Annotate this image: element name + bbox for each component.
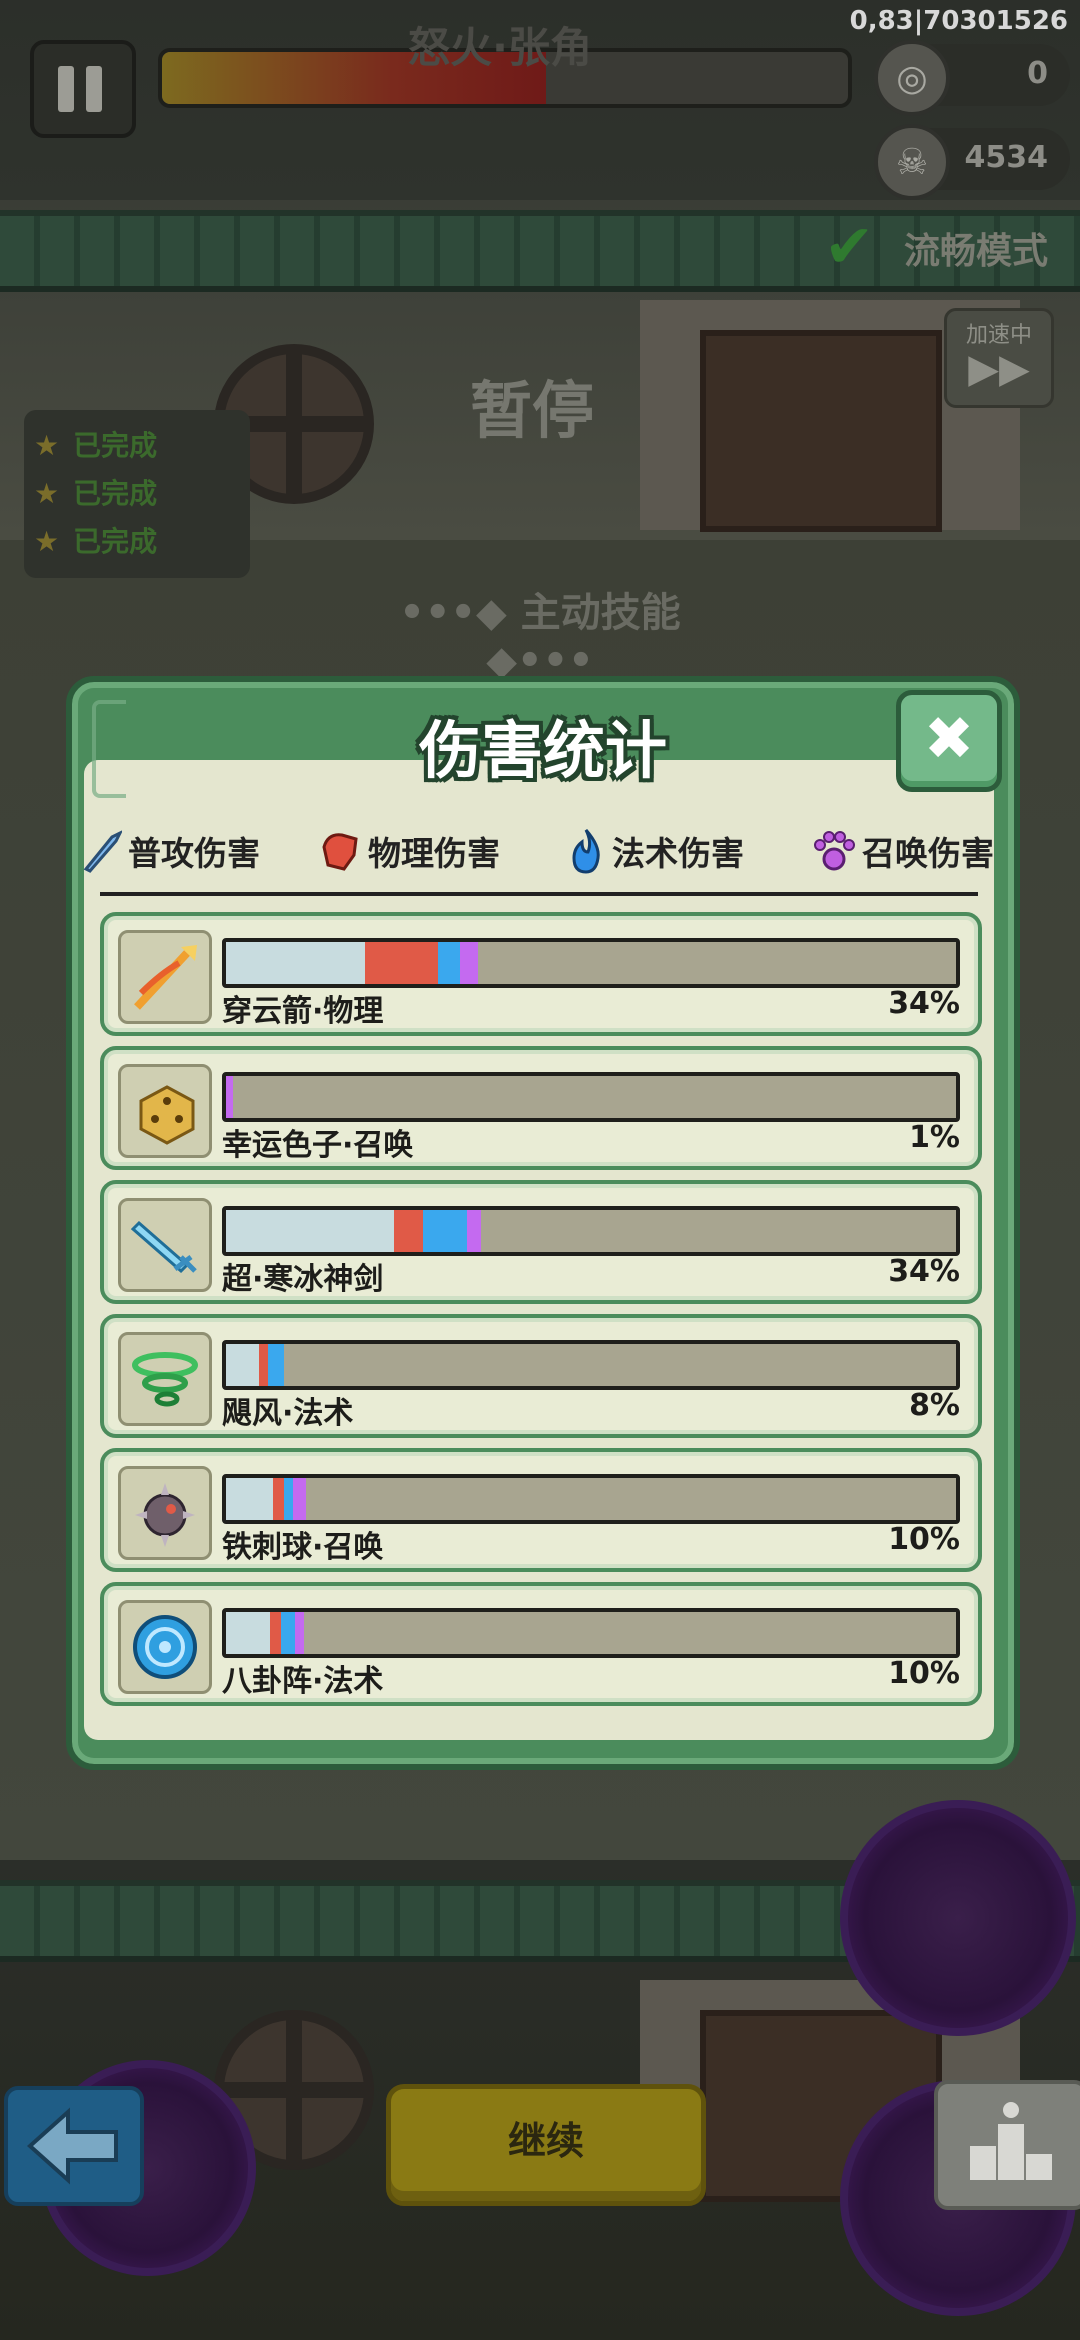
fast-forward-icon: ▶▶ bbox=[968, 346, 1030, 392]
quest-item: ★ 已完成 bbox=[34, 525, 158, 558]
building-door bbox=[700, 330, 942, 532]
damage-percent: 10% bbox=[888, 1656, 960, 1691]
spike-ball-icon bbox=[118, 1466, 212, 1560]
damage-percent: 34% bbox=[888, 986, 960, 1021]
skill-name: 铁刺球·召唤 bbox=[222, 1530, 384, 1565]
damage-bar-segment bbox=[226, 1210, 394, 1252]
legend-magic: 法术伤害 bbox=[566, 826, 744, 876]
damage-percent: 10% bbox=[888, 1522, 960, 1557]
damage-bar bbox=[222, 1072, 960, 1122]
smooth-mode-toggle[interactable]: 流畅模式 bbox=[904, 222, 1048, 274]
damage-bar-segment bbox=[437, 942, 460, 984]
modal-title: 伤害统计 bbox=[418, 714, 667, 787]
arrow-burst-icon bbox=[118, 930, 212, 1024]
boss-name: 怒火·张角 bbox=[408, 23, 592, 72]
damage-bar bbox=[222, 1206, 960, 1256]
speed-label: 加速中 bbox=[965, 323, 1032, 348]
damage-row: 铁刺球·召唤 10% bbox=[100, 1448, 982, 1572]
damage-percent: 8% bbox=[909, 1388, 960, 1423]
damage-bar-segment bbox=[293, 1478, 307, 1520]
pause-icon bbox=[58, 66, 74, 112]
damage-bar-segment bbox=[295, 1612, 305, 1654]
damage-bar-segment bbox=[459, 942, 478, 984]
coin-icon: ◎ bbox=[874, 40, 950, 116]
arrow-left-icon bbox=[27, 2107, 118, 2185]
damage-bar-segment bbox=[466, 1210, 482, 1252]
fist-icon bbox=[322, 833, 358, 871]
damage-percent: 34% bbox=[888, 1254, 960, 1289]
star-icon: ★ bbox=[34, 477, 60, 510]
damage-bar-segment bbox=[226, 1478, 274, 1520]
damage-bar bbox=[222, 1474, 960, 1524]
damage-bar-segment bbox=[364, 942, 438, 984]
quest-item: ★ 已完成 bbox=[34, 429, 158, 462]
damage-bar bbox=[222, 1340, 960, 1390]
legend-normal-attack: 普攻伤害 bbox=[82, 826, 260, 876]
legend-divider bbox=[100, 892, 978, 896]
quest-item: ★ 已完成 bbox=[34, 477, 158, 510]
close-button[interactable]: ✖ bbox=[896, 690, 1002, 792]
damage-bar-segment bbox=[280, 1612, 296, 1654]
damage-bar-segment bbox=[269, 1612, 281, 1654]
damage-bar-segment bbox=[423, 1210, 467, 1252]
skill-name: 飓风·法术 bbox=[222, 1396, 354, 1431]
version-text: 0,83|70301526 bbox=[849, 6, 1068, 36]
tornado-icon bbox=[118, 1332, 212, 1426]
continue-button[interactable]: 继续 bbox=[386, 2084, 706, 2206]
damage-row: 幸运色子·召唤 1% bbox=[100, 1046, 982, 1170]
damage-bar-segment bbox=[226, 1344, 259, 1386]
bagua-icon bbox=[118, 1600, 212, 1694]
skill-name: 超·寒冰神剑 bbox=[222, 1262, 384, 1297]
damage-row: 八卦阵·法术 10% bbox=[100, 1582, 982, 1706]
damage-percent: 1% bbox=[909, 1120, 960, 1155]
check-icon: ✔ bbox=[824, 212, 875, 282]
damage-bar-segment bbox=[226, 1612, 270, 1654]
damage-row: 飓风·法术 8% bbox=[100, 1314, 982, 1438]
damage-bar-segment bbox=[258, 1344, 268, 1386]
skill-name: 八卦阵·法术 bbox=[222, 1664, 384, 1699]
legend-summon: 召唤伤害 bbox=[812, 826, 994, 876]
speed-up-button[interactable]: 加速中 ▶▶ bbox=[944, 308, 1054, 408]
ranking-button[interactable] bbox=[934, 2080, 1080, 2210]
damage-row: 超·寒冰神剑 34% bbox=[100, 1180, 982, 1304]
paused-label: 暂停 bbox=[470, 374, 595, 447]
damage-bar bbox=[222, 938, 960, 988]
star-icon: ★ bbox=[34, 429, 60, 462]
coin-counter: ◎ 0 bbox=[874, 40, 1070, 116]
flame-icon bbox=[572, 829, 600, 874]
damage-bar-segment bbox=[226, 1076, 234, 1118]
paw-icon bbox=[814, 831, 855, 871]
damage-row: 穿云箭·物理 34% bbox=[100, 912, 982, 1036]
close-icon: ✖ bbox=[923, 704, 975, 774]
pause-button[interactable] bbox=[30, 40, 136, 138]
damage-bar-segment bbox=[273, 1478, 285, 1520]
damage-bar-segment bbox=[393, 1210, 424, 1252]
damage-bar-segment bbox=[284, 1478, 294, 1520]
skull-icon: ☠ bbox=[874, 124, 950, 200]
back-button[interactable] bbox=[4, 2086, 144, 2206]
dice-icon bbox=[118, 1064, 212, 1158]
podium-icon bbox=[970, 2102, 1052, 2180]
kill-counter: ☠ 4534 bbox=[874, 124, 1070, 200]
damage-bar-segment bbox=[267, 1344, 284, 1386]
skill-name: 穿云箭·物理 bbox=[222, 994, 384, 1029]
star-icon: ★ bbox=[34, 525, 60, 558]
sword-icon bbox=[83, 830, 122, 873]
legend-physical: 物理伤害 bbox=[318, 826, 500, 876]
skill-name: 幸运色子·召唤 bbox=[222, 1128, 414, 1163]
active-skills-header: •••◆ 主动技能 ◆••• bbox=[399, 590, 681, 684]
hero-portrait-right bbox=[840, 1800, 1076, 2036]
damage-bar bbox=[222, 1608, 960, 1658]
ice-sword-icon bbox=[118, 1198, 212, 1292]
damage-bar-segment bbox=[226, 942, 365, 984]
